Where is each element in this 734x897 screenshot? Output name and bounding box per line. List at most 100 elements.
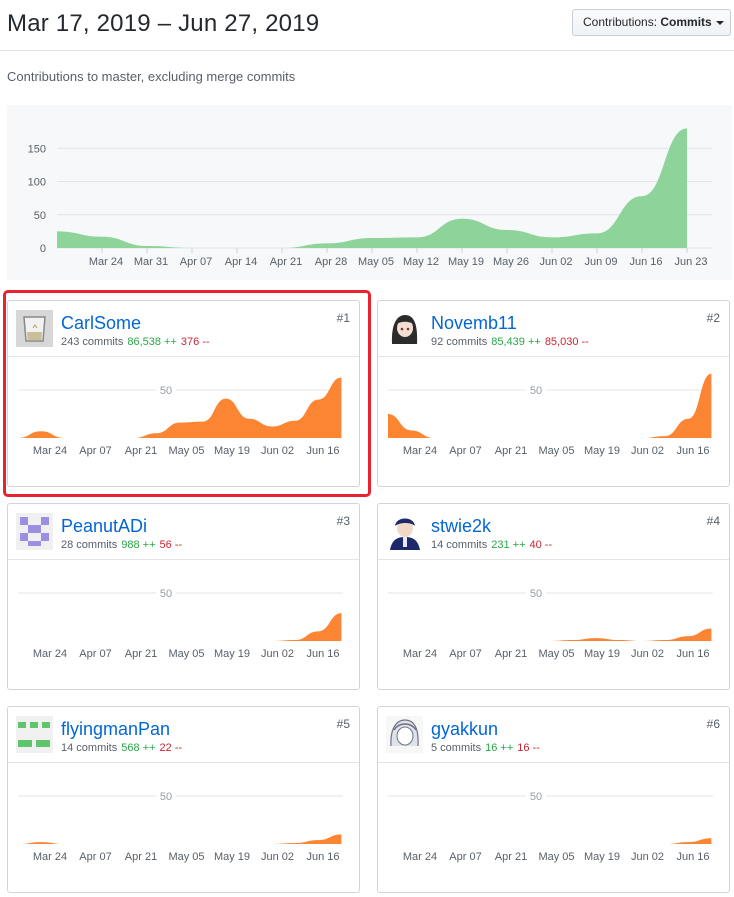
contributor-x-tick-label: May 05 [168, 648, 204, 660]
contributor-x-tick-label: May 05 [538, 445, 574, 457]
main-y-tick-label: 0 [40, 243, 46, 255]
additions-count: 988 ++ [121, 539, 156, 551]
contributor-rank: #5 [336, 717, 350, 731]
deletions-count: 56 -- [159, 539, 183, 551]
contributor-stats: 28 commits 988 ++ 56 -- [61, 539, 182, 551]
contributor-x-tick-label: May 19 [584, 648, 620, 660]
contributor-y-tick-label: 50 [530, 791, 542, 803]
contributor-stats: 92 commits 85,439 ++ 85,030 -- [431, 336, 589, 348]
contributor-card: gyakkun 5 commits 16 ++ 16 -- #6 50 Mar 24 Apr … [377, 706, 730, 893]
contributor-card-header: PeanutADi 28 commits 988 ++ 56 -- #3 [8, 504, 359, 560]
contributor-x-tick-label: Apr 07 [449, 648, 481, 660]
avatar[interactable] [16, 716, 53, 753]
contributor-x-tick-label: May 19 [584, 445, 620, 457]
contributor-card: stwie2k 14 commits 231 ++ 40 -- #4 50 Mar 24 Ap… [377, 503, 730, 690]
commit-count[interactable]: 92 commits [431, 336, 487, 348]
contributor-x-tick-label: Apr 07 [79, 851, 111, 863]
contributor-x-tick-label: Jun 16 [676, 648, 709, 660]
contributor-area-series [388, 628, 712, 641]
additions-count: 231 ++ [491, 539, 526, 551]
main-x-tick-label: Jun 16 [629, 256, 662, 268]
contributor-x-tick-label: Jun 02 [631, 445, 664, 457]
main-contributions-chart: 0 50 100 150 Mar 24 Mar 31 Apr 07 Apr 14 Apr 21 A… [7, 105, 732, 280]
contributor-chart: 50 Mar 24 Apr 07 Apr 21 May 05 May 19 Jun 02 Ju… [18, 586, 343, 660]
contributor-x-tick-label: Mar 24 [403, 445, 437, 457]
contributions-description: Contributions to master, excluding merge… [7, 69, 296, 84]
commit-count[interactable]: 14 commits [431, 539, 487, 551]
contributor-x-tick-label: Apr 21 [495, 851, 527, 863]
contributor-chart: 50 Mar 24 Apr 07 Apr 21 May 05 May 19 Jun 02 Ju… [388, 373, 713, 457]
main-x-tick-label: May 26 [493, 256, 529, 268]
contributor-x-tick-label: Mar 24 [403, 851, 437, 863]
main-x-tick-label: May 05 [358, 256, 394, 268]
commit-count[interactable]: 14 commits [61, 742, 117, 754]
contributor-y-tick-label: 50 [530, 385, 542, 397]
commit-count[interactable]: 28 commits [61, 539, 117, 551]
date-range-title: Mar 17, 2019 – Jun 27, 2019 [7, 10, 320, 37]
main-x-tick-label: Apr 28 [315, 256, 347, 268]
deletions-count: 22 -- [159, 742, 183, 754]
highlight-box [3, 290, 371, 497]
contributor-x-tick-label: Apr 21 [125, 851, 157, 863]
dropdown-value: Commits [660, 15, 712, 29]
contributor-x-tick-label: Jun 02 [261, 851, 294, 863]
contributor-x-tick-label: May 05 [538, 851, 574, 863]
contributor-chart: 50 Mar 24 Apr 07 Apr 21 May 05 May 19 Jun 02 Ju… [18, 789, 343, 863]
contributor-area-series [18, 834, 342, 844]
avatar[interactable] [386, 513, 423, 550]
contributor-x-tick-label: Jun 16 [306, 851, 339, 863]
contributor-username-link[interactable]: flyingmanPan [61, 719, 170, 740]
contributor-x-tick-label: Jun 16 [676, 851, 709, 863]
contributor-username-link[interactable]: Novemb11 [431, 313, 517, 334]
contributor-username-link[interactable]: gyakkun [431, 719, 498, 740]
additions-count: 85,439 ++ [491, 336, 541, 348]
commit-count[interactable]: 5 commits [431, 742, 481, 754]
avatar[interactable] [386, 716, 423, 753]
contributor-card: Novemb11 92 commits 85,439 ++ 85,030 -- #2 50… [377, 300, 730, 487]
contributor-rank: #3 [336, 514, 350, 528]
contributor-chart: 50 Mar 24 Apr 07 Apr 21 May 05 May 19 Jun 02 Ju… [388, 789, 713, 863]
avatar[interactable] [16, 513, 53, 550]
contributor-x-tick-label: Apr 07 [449, 851, 481, 863]
dropdown-prefix: Contributions: [583, 15, 658, 29]
page-header: Mar 17, 2019 – Jun 27, 2019 Contribution… [0, 0, 734, 51]
contributor-x-tick-label: Jun 16 [676, 445, 709, 457]
contributor-y-tick-label: 50 [160, 588, 172, 600]
contributor-x-tick-label: Apr 07 [79, 648, 111, 660]
main-x-tick-label: Mar 24 [89, 256, 123, 268]
main-x-tick-label: Apr 14 [225, 256, 257, 268]
main-x-tick-label: May 19 [448, 256, 484, 268]
deletions-count: 16 -- [517, 742, 540, 754]
deletions-count: 85,030 -- [544, 336, 589, 348]
contributor-rank: #6 [706, 717, 720, 731]
main-x-tick-label: Jun 23 [674, 256, 707, 268]
main-x-tick-label: Apr 07 [180, 256, 212, 268]
deletions-count: 40 -- [529, 539, 553, 551]
contributor-x-tick-label: May 19 [214, 648, 250, 660]
contributor-x-tick-label: Mar 24 [33, 648, 67, 660]
contributor-card-header: stwie2k 14 commits 231 ++ 40 -- #4 [378, 504, 729, 560]
main-y-tick-label: 50 [34, 210, 46, 222]
main-x-tick-label: May 12 [403, 256, 439, 268]
contributor-x-tick-label: May 05 [538, 648, 574, 660]
contributor-stats: 14 commits 568 ++ 22 -- [61, 742, 182, 754]
contributor-x-tick-label: Apr 21 [495, 445, 527, 457]
main-x-tick-label: Jun 02 [539, 256, 572, 268]
contributor-card: flyingmanPan 14 commits 568 ++ 22 -- #5 50 Mar… [7, 706, 360, 893]
additions-count: 16 ++ [485, 742, 514, 754]
contributor-x-tick-label: May 19 [584, 851, 620, 863]
caret-down-icon [715, 20, 724, 25]
main-y-tick-label: 150 [28, 143, 46, 155]
contributor-area-series [388, 838, 712, 844]
contributions-type-dropdown[interactable]: Contributions: Commits [572, 9, 731, 36]
main-y-tick-label: 100 [28, 177, 46, 189]
contributor-chart: 50 Mar 24 Apr 07 Apr 21 May 05 May 19 Jun 02 Ju… [388, 586, 713, 660]
contributor-rank: #2 [706, 311, 720, 325]
contributor-y-tick-label: 50 [530, 588, 542, 600]
contributor-username-link[interactable]: PeanutADi [61, 516, 147, 537]
main-x-tick-label: Apr 21 [270, 256, 302, 268]
avatar[interactable] [386, 310, 423, 347]
contributor-username-link[interactable]: stwie2k [431, 516, 491, 537]
contributor-x-tick-label: Jun 16 [306, 648, 339, 660]
contributor-x-tick-label: May 19 [214, 851, 250, 863]
